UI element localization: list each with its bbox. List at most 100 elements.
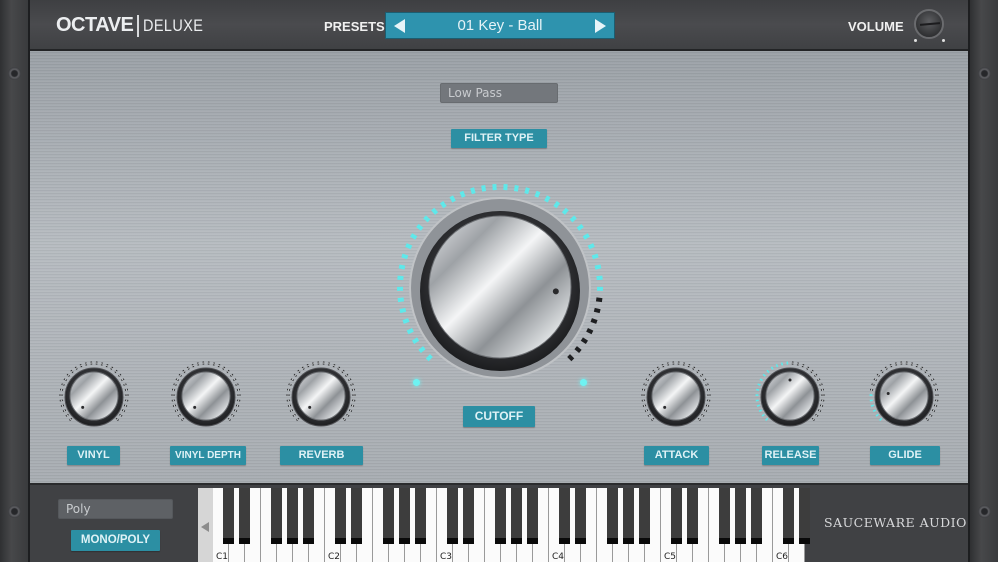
level-segment xyxy=(580,337,588,344)
knob-pointer xyxy=(552,288,559,295)
level-segment-lit xyxy=(405,243,413,250)
black-key[interactable] xyxy=(687,488,698,544)
black-key[interactable] xyxy=(351,488,362,544)
preset-next-icon[interactable] xyxy=(594,18,606,33)
level-segment-lit xyxy=(591,253,599,260)
level-segment-lit xyxy=(524,187,530,195)
level-segment-lit xyxy=(534,190,541,198)
black-key[interactable] xyxy=(463,488,474,544)
black-key[interactable] xyxy=(783,488,794,544)
knob-graphic xyxy=(869,361,939,427)
level-tick xyxy=(90,362,93,364)
black-key[interactable] xyxy=(799,488,810,544)
preset-prev-icon[interactable] xyxy=(394,18,405,33)
black-key[interactable] xyxy=(447,488,458,544)
level-tick xyxy=(905,362,908,364)
black-key[interactable] xyxy=(751,488,762,544)
knob-cap xyxy=(879,371,929,421)
app-logo: OCTAVE DELUXE xyxy=(56,14,214,37)
vinyl-knob[interactable] xyxy=(58,360,130,432)
level-tick xyxy=(822,394,824,396)
level-segment-lit xyxy=(869,399,873,402)
knob-cap xyxy=(428,215,572,359)
black-key[interactable] xyxy=(623,488,634,544)
level-segment-lit xyxy=(470,187,476,195)
volume-max-dot xyxy=(942,39,945,42)
preset-selector[interactable]: 01 Key - Ball xyxy=(385,12,615,39)
level-tick xyxy=(822,399,824,402)
black-key[interactable] xyxy=(335,488,346,544)
level-segment-lit xyxy=(544,195,551,203)
black-key[interactable] xyxy=(607,488,618,544)
level-segment-lit xyxy=(770,366,774,370)
level-tick xyxy=(353,399,355,402)
black-key[interactable] xyxy=(287,488,298,544)
black-key[interactable] xyxy=(671,488,682,544)
cutoff-knob[interactable] xyxy=(396,183,604,391)
black-key[interactable] xyxy=(383,488,394,544)
logo-title: OCTAVE xyxy=(56,14,134,36)
header-bar: OCTAVE DELUXE PRESETS 01 Key - Ball VOLU… xyxy=(30,0,968,51)
level-segment-lit xyxy=(449,195,456,203)
black-key[interactable] xyxy=(719,488,730,544)
level-tick xyxy=(791,362,794,364)
level-segment-lit xyxy=(399,307,407,314)
attack-knob[interactable] xyxy=(640,360,712,432)
glide-knob[interactable] xyxy=(868,360,940,432)
reverb-knob[interactable] xyxy=(285,360,357,432)
level-tick xyxy=(322,362,325,364)
black-key[interactable] xyxy=(239,488,250,544)
black-key[interactable] xyxy=(303,488,314,544)
level-segment-lit xyxy=(553,201,561,209)
level-tick xyxy=(238,394,240,396)
volume-knob[interactable] xyxy=(914,9,944,39)
black-key[interactable] xyxy=(527,488,538,544)
piano-keyboard[interactable]: C1 C2 C3 C4 C5 C6 xyxy=(198,488,810,562)
knob-pointer xyxy=(81,405,85,409)
keyboard-scroll-left[interactable] xyxy=(198,488,213,562)
black-key[interactable] xyxy=(495,488,506,544)
level-segment-lit xyxy=(401,253,409,260)
knob-pointer xyxy=(193,405,197,409)
level-tick xyxy=(936,399,938,402)
level-segment-lit xyxy=(879,417,883,421)
black-key[interactable] xyxy=(575,488,586,544)
black-key[interactable] xyxy=(511,488,522,544)
black-key[interactable] xyxy=(559,488,570,544)
level-segment-lit xyxy=(481,185,487,192)
black-key[interactable] xyxy=(399,488,410,544)
level-segment-lit xyxy=(765,417,769,421)
mono-poly-label: MONO/POLY xyxy=(71,530,160,551)
knob-graphic xyxy=(641,361,711,427)
knob-cap xyxy=(181,371,231,421)
knob-graphic xyxy=(755,361,825,427)
preset-name[interactable]: 01 Key - Ball xyxy=(457,17,542,34)
knob-pointer xyxy=(663,405,667,409)
black-key[interactable] xyxy=(271,488,282,544)
filter-type-label: FILTER TYPE xyxy=(451,129,547,148)
black-key[interactable] xyxy=(223,488,234,544)
level-segment-lit xyxy=(758,409,763,413)
level-segment xyxy=(586,327,594,335)
level-segment-lit xyxy=(582,233,590,240)
level-segment-lit xyxy=(431,207,439,215)
release-knob[interactable] xyxy=(754,360,826,432)
vinyl-depth-knob[interactable] xyxy=(170,360,242,432)
level-segment-lit xyxy=(402,318,410,324)
screw-icon xyxy=(978,67,991,80)
level-tick xyxy=(900,362,903,364)
level-segment-lit xyxy=(416,223,424,231)
cutoff-max-led xyxy=(580,379,587,386)
level-segment-lit xyxy=(869,394,873,396)
level-segment-lit xyxy=(875,413,879,417)
voice-mode-dropdown[interactable]: Poly xyxy=(58,499,173,519)
level-tick xyxy=(672,362,675,364)
level-tick xyxy=(317,362,320,364)
black-key[interactable] xyxy=(735,488,746,544)
level-segment-lit xyxy=(757,383,761,386)
level-tick xyxy=(60,394,62,396)
filter-type-dropdown[interactable]: Low Pass xyxy=(440,83,558,103)
volume-min-dot xyxy=(914,39,917,42)
black-key[interactable] xyxy=(639,488,650,544)
black-key[interactable] xyxy=(415,488,426,544)
